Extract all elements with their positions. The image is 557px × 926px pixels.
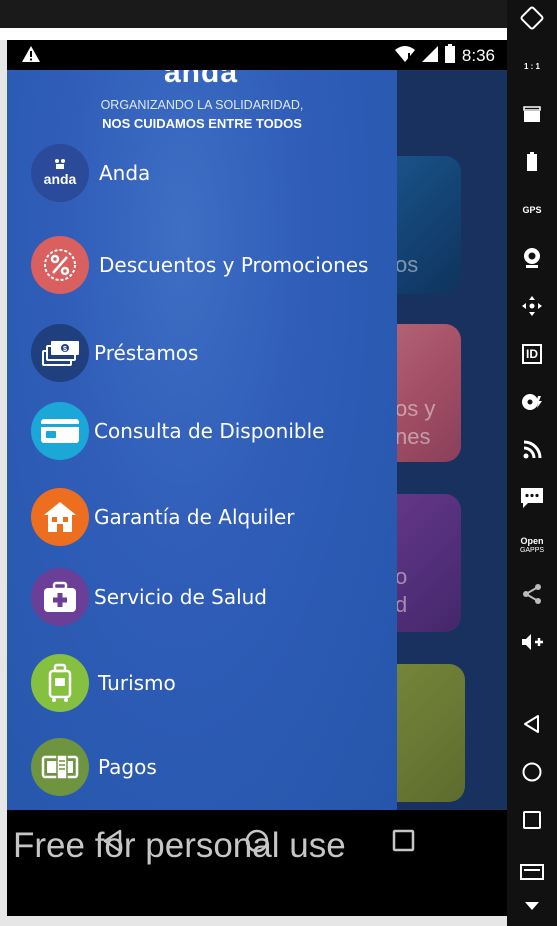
wifi-icon	[394, 45, 416, 67]
percent-badge-icon	[31, 236, 89, 294]
cast-icon[interactable]	[507, 432, 557, 468]
device-id-button[interactable]: ID	[507, 336, 557, 372]
expand-down-icon[interactable]	[507, 888, 557, 924]
gps-button[interactable]: GPS	[507, 192, 557, 228]
bill-payment-icon	[31, 738, 89, 796]
open-gapps-label-2: GAPPS	[519, 547, 545, 554]
gps-label: GPS	[522, 204, 542, 215]
rotate-icon[interactable]	[507, 0, 557, 36]
money-stack-icon: $	[31, 324, 89, 382]
drawer-tagline-1: ORGANIZANDO LA SOLIDARIDAD,	[100, 98, 304, 112]
background-card-1-text: os	[395, 252, 419, 277]
menu-item-label: Servicio de Salud	[94, 585, 267, 609]
house-icon	[31, 488, 89, 546]
menu-item-pagos[interactable]: Pagos	[29, 738, 379, 798]
toolbar-home-icon[interactable]	[507, 754, 557, 790]
watermark-text: Free for personal use	[13, 826, 346, 865]
menu-item-garantia-alquiler[interactable]: Garantía de Alquiler	[29, 488, 379, 548]
toolbar-menu-icon[interactable]	[507, 854, 557, 890]
emulator-left-frame	[0, 40, 7, 920]
drawer-logo: anda	[164, 70, 239, 89]
navigation-drawer: anda ORGANIZANDO LA SOLIDARIDAD, NOS CUI…	[7, 70, 397, 810]
signal-icon	[421, 45, 438, 67]
menu-item-descuentos-promociones[interactable]: Descuentos y Promociones	[29, 236, 379, 296]
svg-text:$: $	[63, 346, 67, 353]
card-icon	[31, 402, 89, 460]
toolbar-recents-icon[interactable]	[507, 802, 557, 838]
scale-button[interactable]: 1 : 1	[507, 48, 557, 84]
open-gapps-label-1: Open	[520, 536, 544, 546]
menu-item-label: Garantía de Alquiler	[94, 505, 295, 529]
menu-item-label: Turismo	[98, 671, 176, 695]
menu-item-label: Descuentos y Promociones	[99, 253, 369, 277]
battery-icon	[444, 44, 456, 68]
menu-item-label: Pagos	[98, 755, 157, 779]
menu-item-servicio-salud[interactable]: Servicio de Salud	[29, 568, 379, 628]
suitcase-icon	[31, 654, 89, 712]
warning-icon	[21, 45, 41, 67]
scale-label: 1 : 1	[523, 61, 540, 71]
status-time: 8:36	[461, 46, 495, 65]
menu-item-consulta-disponible[interactable]: Consulta de Disponible	[29, 402, 379, 462]
battery-tool-icon[interactable]	[507, 144, 557, 180]
menu-item-label: Consulta de Disponible	[94, 419, 325, 443]
move-icon[interactable]	[507, 288, 557, 324]
menu-item-anda[interactable]: anda Anda	[29, 144, 379, 204]
screen-record-icon[interactable]	[507, 96, 557, 132]
camera-icon[interactable]	[507, 240, 557, 276]
menu-item-turismo[interactable]: Turismo	[29, 654, 379, 714]
menu-item-label: Anda	[99, 161, 151, 185]
status-bar: 8:36	[7, 40, 507, 70]
emulator-side-toolbar: 1 : 1 GPS ID Open GAPPS	[507, 0, 557, 926]
menu-item-label: Préstamos	[94, 341, 199, 365]
background-card-2-text-2: nes	[395, 424, 431, 449]
share-icon[interactable]	[507, 576, 557, 612]
toolbar-back-icon[interactable]	[507, 706, 557, 742]
media-icon[interactable]	[507, 384, 557, 420]
menu-item-prestamos[interactable]: $ Préstamos	[29, 324, 379, 384]
volume-up-icon[interactable]	[507, 624, 557, 660]
message-icon[interactable]	[507, 480, 557, 516]
drawer-tagline-2: NOS CUIDAMOS ENTRE TODOS	[102, 116, 302, 131]
svg-text:anda: anda	[44, 171, 77, 187]
emulator-bottom-frame	[0, 916, 507, 926]
medical-kit-icon	[31, 568, 89, 626]
id-label: ID	[522, 344, 542, 364]
recents-button[interactable]	[391, 828, 417, 858]
open-gapps-button[interactable]: Open GAPPS	[507, 528, 557, 564]
anda-logo-icon: anda	[31, 144, 89, 202]
background-card-2-text-1: os y	[395, 396, 436, 421]
